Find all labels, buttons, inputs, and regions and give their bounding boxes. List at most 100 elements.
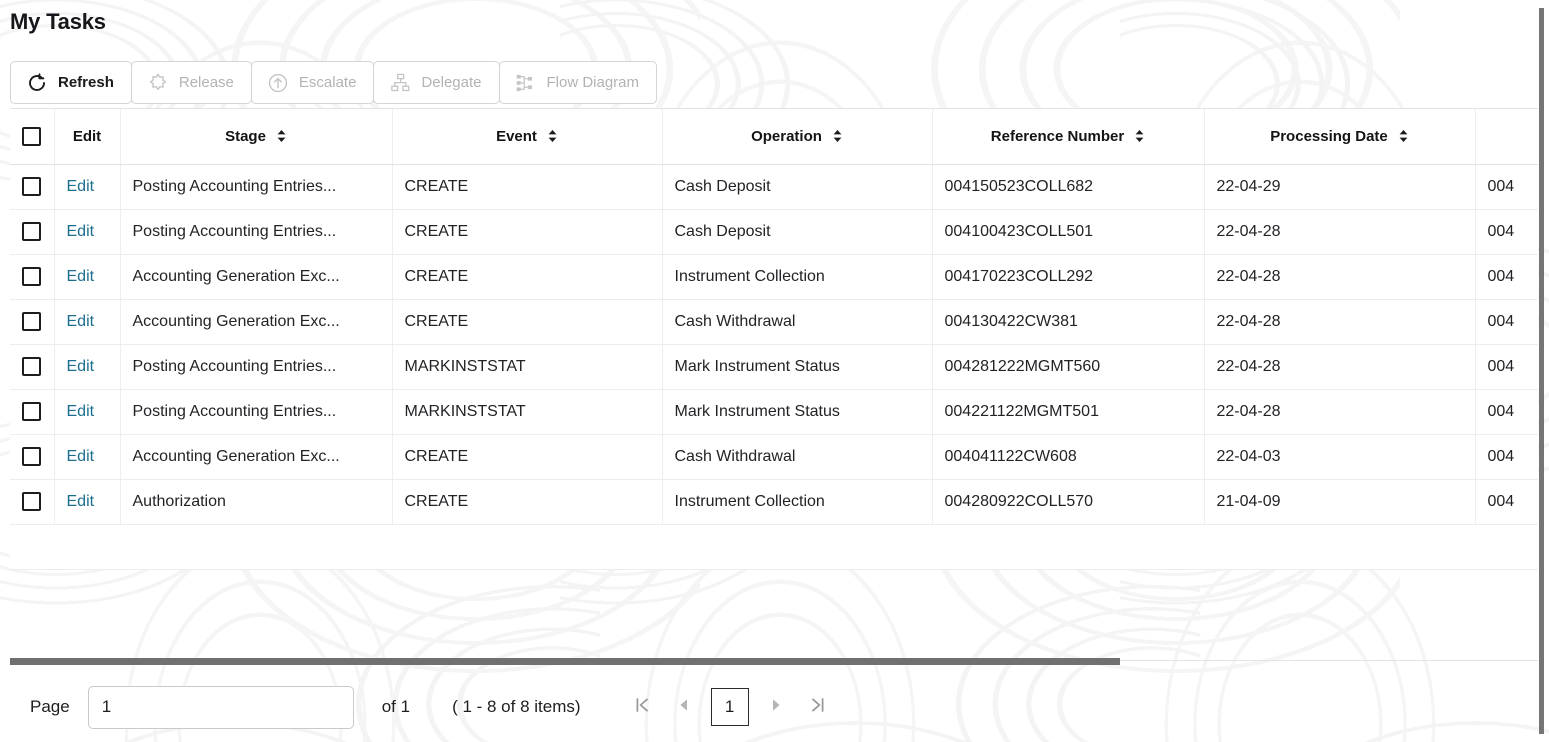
row-checkbox[interactable] bbox=[22, 312, 41, 331]
row-select-cell bbox=[10, 389, 54, 434]
release-button-label: Release bbox=[179, 74, 234, 91]
row-checkbox[interactable] bbox=[22, 447, 41, 466]
cell-operation: Cash Withdrawal bbox=[662, 299, 932, 344]
cell-operation: Instrument Collection bbox=[662, 479, 932, 524]
edit-link[interactable]: Edit bbox=[67, 313, 95, 330]
horizontal-scrollbar-thumb[interactable] bbox=[10, 658, 1120, 665]
table-row[interactable]: Edit Posting Accounting Entries... MARKI… bbox=[10, 389, 1538, 434]
cell-operation: Mark Instrument Status bbox=[662, 344, 932, 389]
cell-branch: 004 bbox=[1475, 299, 1538, 344]
next-page-button[interactable] bbox=[755, 687, 797, 727]
table-row[interactable]: Edit Posting Accounting Entries... CREAT… bbox=[10, 164, 1538, 209]
table-row[interactable]: Edit Accounting Generation Exc... CREATE… bbox=[10, 299, 1538, 344]
edit-link[interactable]: Edit bbox=[67, 358, 95, 375]
column-header-stage[interactable]: Stage bbox=[120, 109, 392, 164]
cell-event: CREATE bbox=[392, 434, 662, 479]
column-header-reference-number[interactable]: Reference Number bbox=[932, 109, 1204, 164]
row-edit-cell: Edit bbox=[54, 344, 120, 389]
cell-operation: Cash Withdrawal bbox=[662, 434, 932, 479]
row-edit-cell: Edit bbox=[54, 299, 120, 344]
delegate-button[interactable]: Delegate bbox=[373, 61, 499, 104]
previous-page-button[interactable] bbox=[663, 687, 705, 727]
row-select-cell bbox=[10, 209, 54, 254]
select-all-checkbox[interactable] bbox=[22, 127, 41, 146]
edit-link[interactable]: Edit bbox=[67, 448, 95, 465]
edit-link[interactable]: Edit bbox=[67, 268, 95, 285]
cell-stage: Posting Accounting Entries... bbox=[120, 164, 392, 209]
row-checkbox[interactable] bbox=[22, 267, 41, 286]
sort-icon[interactable] bbox=[1398, 129, 1409, 143]
horizontal-scrollbar[interactable] bbox=[10, 656, 1538, 667]
escalate-button[interactable]: Escalate bbox=[251, 61, 375, 104]
row-edit-cell: Edit bbox=[54, 164, 120, 209]
cell-branch: 004 bbox=[1475, 479, 1538, 524]
first-page-icon bbox=[632, 695, 652, 720]
last-page-button[interactable] bbox=[797, 687, 839, 727]
table-row[interactable]: Edit Posting Accounting Entries... MARKI… bbox=[10, 344, 1538, 389]
cell-operation: Instrument Collection bbox=[662, 254, 932, 299]
cell-reference-number: 004280922COLL570 bbox=[932, 479, 1204, 524]
cell-branch: 004 bbox=[1475, 389, 1538, 434]
column-header-reference-number-label: Reference Number bbox=[991, 128, 1124, 145]
column-header-stage-label: Stage bbox=[225, 128, 266, 145]
page-1-button[interactable]: 1 bbox=[711, 688, 749, 726]
edit-link[interactable]: Edit bbox=[67, 223, 95, 240]
table-row[interactable]: Edit Authorization CREATE Instrument Col… bbox=[10, 479, 1538, 524]
row-checkbox[interactable] bbox=[22, 222, 41, 241]
column-header-operation[interactable]: Operation bbox=[662, 109, 932, 164]
row-checkbox[interactable] bbox=[22, 357, 41, 376]
cell-processing-date: 22-04-28 bbox=[1204, 389, 1475, 434]
last-page-icon bbox=[808, 695, 828, 720]
vertical-scrollbar-thumb[interactable] bbox=[1539, 8, 1544, 734]
table-row[interactable]: Edit Posting Accounting Entries... CREAT… bbox=[10, 209, 1538, 254]
edit-link[interactable]: Edit bbox=[67, 403, 95, 420]
edit-link[interactable]: Edit bbox=[67, 178, 95, 195]
cell-processing-date: 22-04-03 bbox=[1204, 434, 1475, 479]
row-checkbox[interactable] bbox=[22, 492, 41, 511]
cell-branch: 004 bbox=[1475, 254, 1538, 299]
cell-event: CREATE bbox=[392, 254, 662, 299]
column-header-processing-date[interactable]: Processing Date bbox=[1204, 109, 1475, 164]
cell-stage: Posting Accounting Entries... bbox=[120, 344, 392, 389]
refresh-button[interactable]: Refresh bbox=[10, 61, 132, 104]
sort-icon[interactable] bbox=[832, 129, 843, 143]
cell-stage: Authorization bbox=[120, 479, 392, 524]
row-edit-cell: Edit bbox=[54, 254, 120, 299]
page-number-input[interactable] bbox=[88, 686, 354, 729]
sort-icon[interactable] bbox=[1134, 129, 1145, 143]
cell-reference-number: 004100423COLL501 bbox=[932, 209, 1204, 254]
cell-stage: Accounting Generation Exc... bbox=[120, 434, 392, 479]
vertical-scrollbar[interactable] bbox=[1537, 8, 1546, 734]
cell-reference-number: 004130422CW381 bbox=[932, 299, 1204, 344]
release-button[interactable]: Release bbox=[131, 61, 252, 104]
cell-operation: Cash Deposit bbox=[662, 209, 932, 254]
row-select-cell bbox=[10, 164, 54, 209]
sort-icon[interactable] bbox=[547, 129, 558, 143]
cell-processing-date: 22-04-28 bbox=[1204, 209, 1475, 254]
row-edit-cell: Edit bbox=[54, 434, 120, 479]
flow-diagram-button[interactable]: Flow Diagram bbox=[499, 61, 658, 104]
delegate-button-label: Delegate bbox=[421, 74, 481, 91]
cell-stage: Posting Accounting Entries... bbox=[120, 389, 392, 434]
select-all-header bbox=[10, 109, 54, 164]
cell-reference-number: 004170223COLL292 bbox=[932, 254, 1204, 299]
cell-processing-date: 22-04-29 bbox=[1204, 164, 1475, 209]
column-header-event[interactable]: Event bbox=[392, 109, 662, 164]
tasks-table-body: Edit Posting Accounting Entries... CREAT… bbox=[10, 164, 1538, 569]
cell-event: CREATE bbox=[392, 299, 662, 344]
column-header-edit-label: Edit bbox=[73, 128, 101, 145]
edit-link[interactable]: Edit bbox=[67, 493, 95, 510]
row-checkbox[interactable] bbox=[22, 402, 41, 421]
table-row[interactable]: Edit Accounting Generation Exc... CREATE… bbox=[10, 254, 1538, 299]
first-page-button[interactable] bbox=[621, 687, 663, 727]
pagination-nav: 1 bbox=[621, 687, 839, 727]
cell-stage: Accounting Generation Exc... bbox=[120, 254, 392, 299]
cell-processing-date: 21-04-09 bbox=[1204, 479, 1475, 524]
table-empty-area bbox=[10, 524, 1538, 569]
cell-branch: 004 bbox=[1475, 164, 1538, 209]
pagination-bar: Page of 1 ( 1 - 8 of 8 items) 1 bbox=[10, 672, 1538, 742]
table-row[interactable]: Edit Accounting Generation Exc... CREATE… bbox=[10, 434, 1538, 479]
row-checkbox[interactable] bbox=[22, 177, 41, 196]
sort-icon[interactable] bbox=[276, 129, 287, 143]
table-empty-filler-row bbox=[10, 524, 1538, 569]
